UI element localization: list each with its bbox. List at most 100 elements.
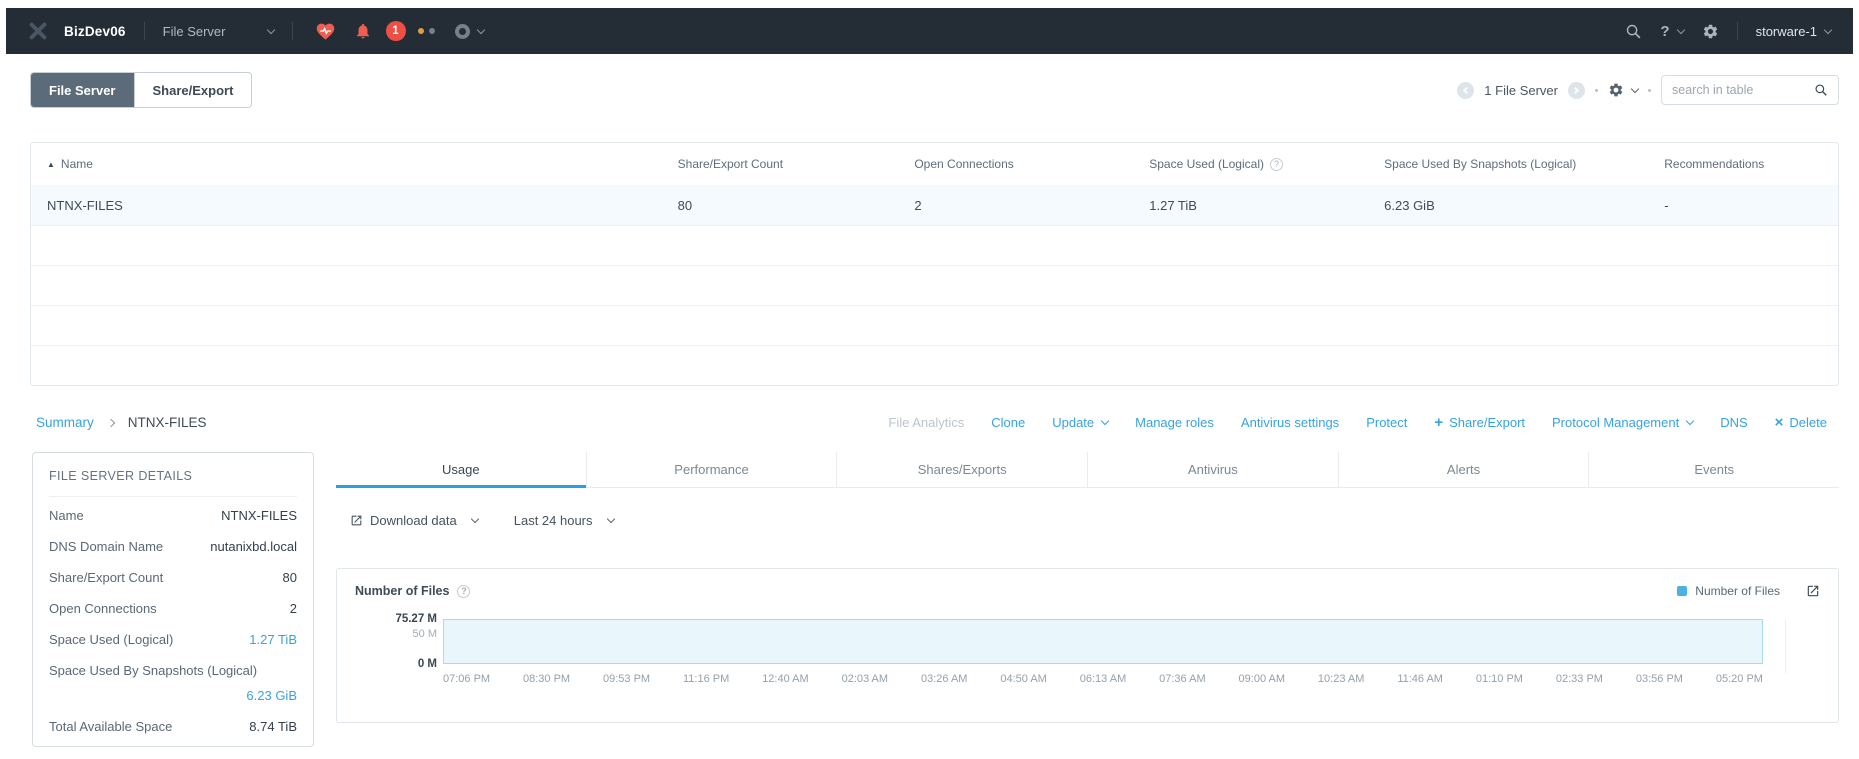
table-search-box xyxy=(1661,75,1839,105)
search-icon[interactable] xyxy=(1814,83,1828,97)
chevron-down-icon xyxy=(1676,25,1685,34)
tab-usage[interactable]: Usage xyxy=(336,452,587,488)
chevron-down-icon xyxy=(1823,25,1833,34)
y-tick-min: 0 M xyxy=(417,658,437,670)
export-icon xyxy=(350,514,363,527)
detail-content: Usage Performance Shares/Exports Antivir… xyxy=(336,452,1839,723)
chevron-down-icon xyxy=(470,514,479,523)
chart-header: Number of Files ? Number of Files xyxy=(355,584,1820,598)
empty-table-row xyxy=(31,305,1838,345)
plus-icon: + xyxy=(1434,414,1444,431)
breadcrumb-summary-link[interactable]: Summary xyxy=(36,415,94,430)
space-snapshots-link[interactable]: 6.23 GiB xyxy=(49,688,297,703)
action-manage-roles[interactable]: Manage roles xyxy=(1135,415,1214,430)
action-update-dropdown[interactable]: Update xyxy=(1052,415,1110,430)
alerts-bell-icon[interactable] xyxy=(354,22,372,40)
number-of-files-chart-card: Number of Files ? Number of Files 75.27 … xyxy=(336,568,1839,723)
detail-row-space-snapshots: Space Used By Snapshots (Logical) 6.23 G… xyxy=(49,663,297,703)
column-header-name[interactable]: ▲ Name xyxy=(31,157,662,171)
detail-row-space-used: Space Used (Logical) 1.27 TiB xyxy=(49,632,297,647)
health-heart-icon[interactable] xyxy=(315,21,336,42)
detail-row-share-export-count: Share/Export Count 80 xyxy=(49,570,297,585)
cell-space-used: 1.27 TiB xyxy=(1149,197,1197,213)
pager-next-button[interactable] xyxy=(1568,81,1585,99)
separator-dot xyxy=(1648,88,1651,92)
x-axis-labels: 07:06 PM 08:30 PM 09:53 PM 11:16 PM 12:4… xyxy=(443,673,1763,685)
view-tab-share-export[interactable]: Share/Export xyxy=(133,73,252,107)
table-header-row: ▲ Name Share/Export Count Open Connectio… xyxy=(31,143,1838,185)
time-range-dropdown[interactable]: Last 24 hours xyxy=(514,513,615,528)
action-links: File Analytics Clone Update Manage roles… xyxy=(888,414,1827,431)
page-menu-dropdown[interactable]: File Server xyxy=(163,24,275,39)
user-menu[interactable]: storware-1 xyxy=(1756,24,1833,39)
nutanix-logo-icon[interactable] xyxy=(28,21,48,41)
cell-share-export-count: 80 xyxy=(677,197,693,213)
separator-dot xyxy=(1595,88,1598,92)
alert-count-badge[interactable]: 1 xyxy=(385,21,406,41)
view-tab-file-server[interactable]: File Server xyxy=(31,73,134,107)
divider xyxy=(143,22,145,40)
warning-dot-icon[interactable] xyxy=(417,28,424,34)
action-protocol-management-dropdown[interactable]: Protocol Management xyxy=(1552,415,1695,430)
pager-prev-button[interactable] xyxy=(1457,81,1475,99)
chevron-down-icon xyxy=(1685,416,1695,426)
close-icon: × xyxy=(1774,414,1784,431)
tab-alerts[interactable]: Alerts xyxy=(1339,452,1590,487)
help-menu[interactable]: ? xyxy=(1660,23,1685,40)
tasks-ring-icon[interactable] xyxy=(454,23,470,39)
cell-space-snapshots: 6.23 GiB xyxy=(1384,197,1435,213)
chart-title: Number of Files ? xyxy=(355,584,471,598)
info-dot-icon[interactable] xyxy=(428,28,435,34)
empty-table-row xyxy=(31,345,1838,385)
table-row[interactable]: NTNX-FILES 80 2 1.27 TiB 6.23 GiB - xyxy=(31,185,1838,225)
action-protect[interactable]: Protect xyxy=(1366,415,1407,430)
divider xyxy=(1736,22,1738,40)
tab-shares-exports[interactable]: Shares/Exports xyxy=(837,452,1089,487)
chevron-down-icon xyxy=(1630,84,1640,93)
chevron-down-icon xyxy=(266,25,275,34)
expand-chart-icon[interactable] xyxy=(1806,584,1820,598)
chart-legend: Number of Files xyxy=(1677,584,1780,598)
help-circle-icon[interactable]: ? xyxy=(457,584,471,598)
chevron-down-icon xyxy=(1100,416,1110,426)
detail-row-dns-domain: DNS Domain Name nutanixbd.local xyxy=(49,539,297,554)
space-used-link[interactable]: 1.27 TiB xyxy=(249,632,297,647)
column-header-share-export-count[interactable]: Share/Export Count xyxy=(662,157,899,171)
gear-icon[interactable] xyxy=(1702,23,1719,40)
download-data-dropdown[interactable]: Download data xyxy=(350,513,479,528)
area-series-number-of-files[interactable] xyxy=(443,619,1786,673)
divider xyxy=(49,496,297,497)
cluster-name: BizDev06 xyxy=(64,23,126,39)
action-dns[interactable]: DNS xyxy=(1720,415,1747,430)
action-delete[interactable]: × Delete xyxy=(1775,415,1827,430)
chart-plot: 75.27 M 50 M 0 M xyxy=(355,613,1820,673)
column-header-open-connections[interactable]: Open Connections xyxy=(898,157,1133,171)
table-settings-dropdown[interactable] xyxy=(1608,82,1640,98)
action-antivirus-settings[interactable]: Antivirus settings xyxy=(1241,415,1339,430)
detail-row-total-available: Total Available Space 8.74 TiB xyxy=(49,719,297,734)
tab-events[interactable]: Events xyxy=(1589,452,1839,487)
tab-antivirus[interactable]: Antivirus xyxy=(1088,452,1339,487)
action-clone[interactable]: Clone xyxy=(991,415,1025,430)
empty-table-row xyxy=(31,225,1838,265)
table-search-input[interactable] xyxy=(1672,83,1814,97)
tab-performance[interactable]: Performance xyxy=(587,452,838,487)
action-add-share-export[interactable]: + Share/Export xyxy=(1434,414,1525,431)
detail-header-row: Summary NTNX-FILES File Analytics Clone … xyxy=(36,414,1827,431)
column-header-recommendations[interactable]: Recommendations xyxy=(1648,157,1838,171)
y-tick-mid: 50 M xyxy=(412,628,437,640)
y-axis-labels: 75.27 M 50 M 0 M xyxy=(355,613,437,670)
y-tick-max: 75.27 M xyxy=(395,613,437,625)
column-header-space-used[interactable]: Space Used (Logical) ? xyxy=(1133,157,1368,171)
column-header-space-snapshots[interactable]: Space Used By Snapshots (Logical) xyxy=(1368,157,1648,171)
page: BizDev06 File Server 1 ? storware-1 File… xyxy=(0,0,1859,747)
table-controls: 1 File Server xyxy=(1457,75,1839,105)
help-circle-icon[interactable]: ? xyxy=(1269,157,1283,171)
file-server-table: ▲ Name Share/Export Count Open Connectio… xyxy=(30,142,1839,386)
search-icon[interactable] xyxy=(1625,23,1642,40)
file-server-details-panel: FILE SERVER DETAILS Name NTNX-FILES DNS … xyxy=(32,452,314,747)
panel-title: FILE SERVER DETAILS xyxy=(49,469,193,483)
detail-row-open-connections: Open Connections 2 xyxy=(49,601,297,616)
detail-tabs: Usage Performance Shares/Exports Antivir… xyxy=(336,452,1839,488)
chevron-down-icon xyxy=(606,514,615,523)
